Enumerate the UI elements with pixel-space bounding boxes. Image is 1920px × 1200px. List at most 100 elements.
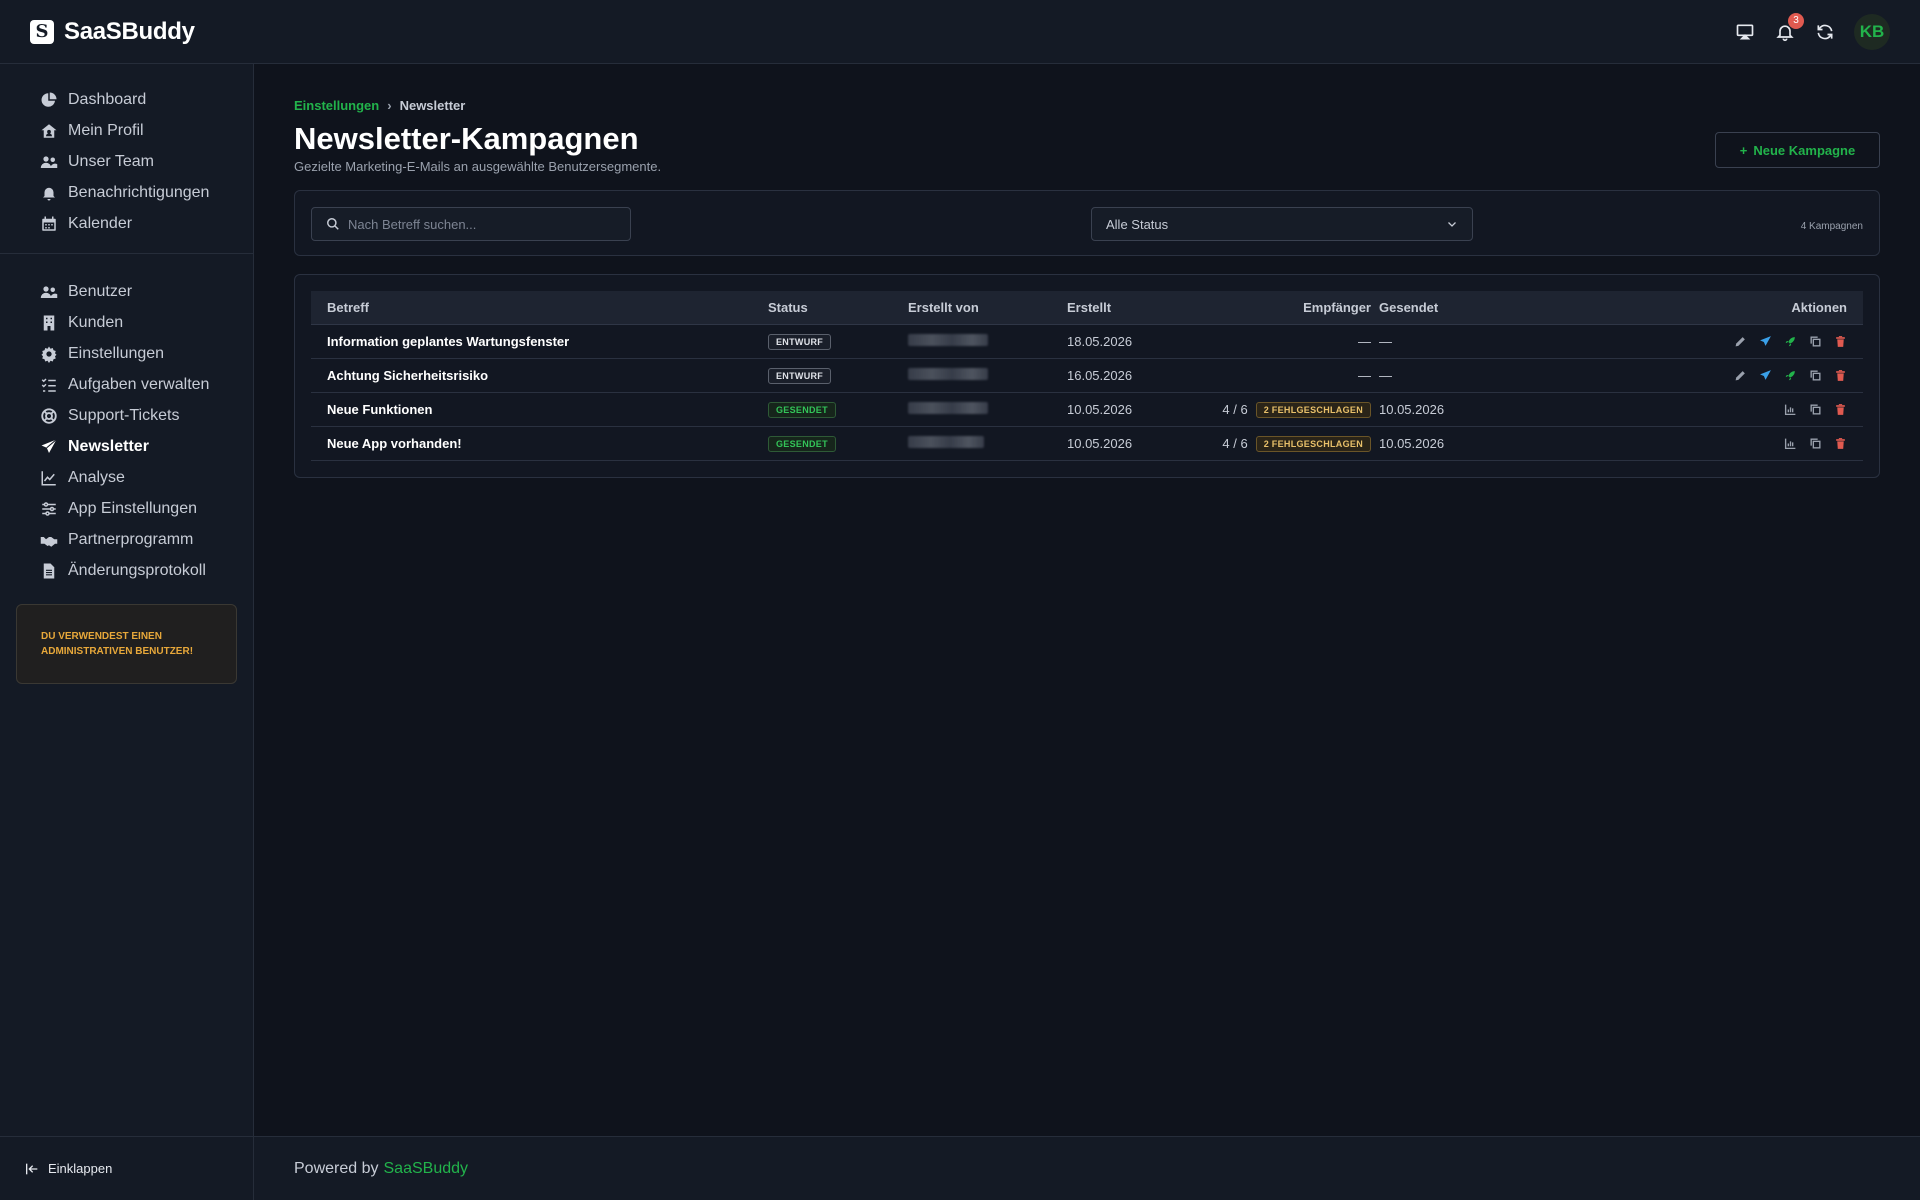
row-sent: 10.05.2026 xyxy=(1379,436,1445,451)
sidebar-item-label: Benachrichtigungen xyxy=(68,183,210,201)
sidebar-item-partner[interactable]: Partnerprogramm xyxy=(0,524,253,555)
plus-icon: + xyxy=(1739,142,1748,158)
top-actions: 3 KB xyxy=(1734,12,1890,50)
breadcrumb-separator: › xyxy=(387,98,392,113)
sidebar-item-notifications[interactable]: Benachrichtigungen xyxy=(0,177,253,208)
table-row[interactable]: Achtung Sicherheitsrisiko ENTWURF 16.05.… xyxy=(311,359,1863,393)
row-sent: — xyxy=(1379,368,1392,383)
collapse-label: Einklappen xyxy=(48,1161,113,1176)
failed-badge: 2 FEHLGESCHLAGEN xyxy=(1255,401,1371,418)
campaign-table: Betreff Status Erstellt von Erstellt Emp… xyxy=(294,274,1880,478)
sidebar-item-app-settings[interactable]: App Einstellungen xyxy=(0,493,253,524)
trash-icon[interactable] xyxy=(1834,335,1847,348)
collapse-button[interactable]: Einklappen xyxy=(0,1136,254,1200)
header-sent[interactable]: Gesendet xyxy=(1379,300,1509,315)
line-chart-icon xyxy=(41,470,56,485)
edit-icon[interactable] xyxy=(1734,335,1747,348)
redacted-author xyxy=(908,402,988,414)
header-actions: Aktionen xyxy=(1791,300,1847,315)
list-check-icon xyxy=(41,377,56,392)
pie-chart-icon xyxy=(41,92,57,107)
duplicate-icon[interactable] xyxy=(1809,369,1822,382)
redacted-author xyxy=(908,436,984,448)
header-status[interactable]: Status xyxy=(752,300,892,315)
trash-icon[interactable] xyxy=(1834,403,1847,416)
brand-name: SaaSBuddy xyxy=(64,17,195,45)
sidebar-item-analytics[interactable]: Analyse xyxy=(0,462,253,493)
row-subject[interactable]: Neue App vorhanden! xyxy=(311,436,752,451)
page-title: Newsletter-Kampagnen xyxy=(294,121,639,156)
status-select-value: Alle Status xyxy=(1106,216,1169,232)
header-created[interactable]: Erstellt xyxy=(1051,300,1211,315)
filter-bar: Nach Betreff suchen... Alle Status 4 Kam… xyxy=(294,190,1880,256)
paper-plane-icon xyxy=(41,438,57,453)
sliders-icon xyxy=(42,501,56,516)
sidebar-item-newsletter[interactable]: Newsletter xyxy=(0,431,253,462)
sidebar-item-label: Änderungsprotokoll xyxy=(68,561,206,579)
status-badge: GESENDET xyxy=(768,436,836,452)
status-badge: GESENDET xyxy=(768,402,836,418)
trash-icon[interactable] xyxy=(1834,369,1847,382)
header-created-by[interactable]: Erstellt von xyxy=(892,300,1051,315)
rocket-icon[interactable] xyxy=(1784,335,1797,348)
row-recipients: 4 / 6 xyxy=(1222,436,1248,451)
breadcrumb-link-settings[interactable]: Einstellungen xyxy=(294,98,379,113)
send-test-icon[interactable] xyxy=(1759,369,1772,382)
sidebar-item-profile[interactable]: Mein Profil xyxy=(0,115,253,146)
file-icon xyxy=(43,563,55,578)
sidebar-item-support[interactable]: Support-Tickets xyxy=(0,400,253,431)
sidebar: Dashboard Mein Profil Unser Team Benachr… xyxy=(0,64,254,1200)
sidebar-item-team[interactable]: Unser Team xyxy=(0,146,253,177)
sidebar-item-changelog[interactable]: Änderungsprotokoll xyxy=(0,555,253,586)
sidebar-item-dashboard[interactable]: Dashboard xyxy=(0,84,253,115)
header-subject[interactable]: Betreff xyxy=(311,300,752,315)
sidebar-group-main: Dashboard Mein Profil Unser Team Benachr… xyxy=(0,64,253,253)
brand[interactable]: S SaaSBuddy xyxy=(30,18,195,46)
sidebar-item-users[interactable]: Benutzer xyxy=(0,276,253,307)
table-row[interactable]: Information geplantes Wartungsfenster EN… xyxy=(311,325,1863,359)
row-created: 18.05.2026 xyxy=(1067,334,1133,349)
header-recipients[interactable]: Empfänger xyxy=(1211,300,1379,315)
duplicate-icon[interactable] xyxy=(1809,437,1822,450)
sidebar-item-customers[interactable]: Kunden xyxy=(0,307,253,338)
sidebar-item-calendar[interactable]: Kalender xyxy=(0,208,253,239)
stats-icon[interactable] xyxy=(1784,437,1797,450)
edit-icon[interactable] xyxy=(1734,369,1747,382)
status-select[interactable]: Alle Status xyxy=(1091,207,1473,241)
sidebar-item-settings[interactable]: Einstellungen xyxy=(0,338,253,369)
search-placeholder: Nach Betreff suchen... xyxy=(348,216,477,232)
search-input[interactable]: Nach Betreff suchen... xyxy=(311,207,631,241)
gear-icon xyxy=(41,346,57,363)
table-row[interactable]: Neue App vorhanden! GESENDET 10.05.2026 … xyxy=(311,427,1863,461)
refresh-icon[interactable] xyxy=(1814,21,1836,43)
sidebar-item-label: Newsletter xyxy=(68,437,149,455)
sidebar-item-label: Mein Profil xyxy=(68,121,144,139)
status-badge: ENTWURF xyxy=(768,334,832,350)
stats-icon[interactable] xyxy=(1784,403,1797,416)
sidebar-item-tasks[interactable]: Aufgaben verwalten xyxy=(0,369,253,400)
lifebuoy-icon xyxy=(41,407,57,424)
send-test-icon[interactable] xyxy=(1759,335,1772,348)
page-subtitle: Gezielte Marketing-E-Mails an ausgewählt… xyxy=(294,159,662,174)
avatar[interactable]: KB xyxy=(1854,13,1890,50)
footer-brand-link[interactable]: SaaSBuddy xyxy=(384,1160,469,1178)
row-subject[interactable]: Neue Funktionen xyxy=(311,402,752,417)
rocket-icon[interactable] xyxy=(1784,369,1797,382)
new-campaign-button[interactable]: + Neue Kampagne xyxy=(1715,132,1880,168)
sidebar-item-label: Support-Tickets xyxy=(68,406,180,424)
duplicate-icon[interactable] xyxy=(1809,335,1822,348)
chevron-down-icon xyxy=(1448,222,1456,227)
row-created: 10.05.2026 xyxy=(1067,436,1133,451)
calendar-icon xyxy=(42,216,56,231)
status-badge: ENTWURF xyxy=(768,368,832,384)
main-content: Einstellungen › Newsletter Newsletter-Ka… xyxy=(294,64,1880,478)
row-subject[interactable]: Information geplantes Wartungsfenster xyxy=(311,334,752,349)
trash-icon[interactable] xyxy=(1834,437,1847,450)
bell-icon[interactable]: 3 xyxy=(1774,12,1804,43)
sidebar-item-label: Benutzer xyxy=(68,282,133,300)
cast-icon[interactable] xyxy=(1734,21,1756,43)
table-row[interactable]: Neue Funktionen GESENDET 10.05.2026 4 / … xyxy=(311,393,1863,427)
sidebar-item-label: Analyse xyxy=(68,468,125,486)
row-subject[interactable]: Achtung Sicherheitsrisiko xyxy=(311,368,752,383)
duplicate-icon[interactable] xyxy=(1809,403,1822,416)
